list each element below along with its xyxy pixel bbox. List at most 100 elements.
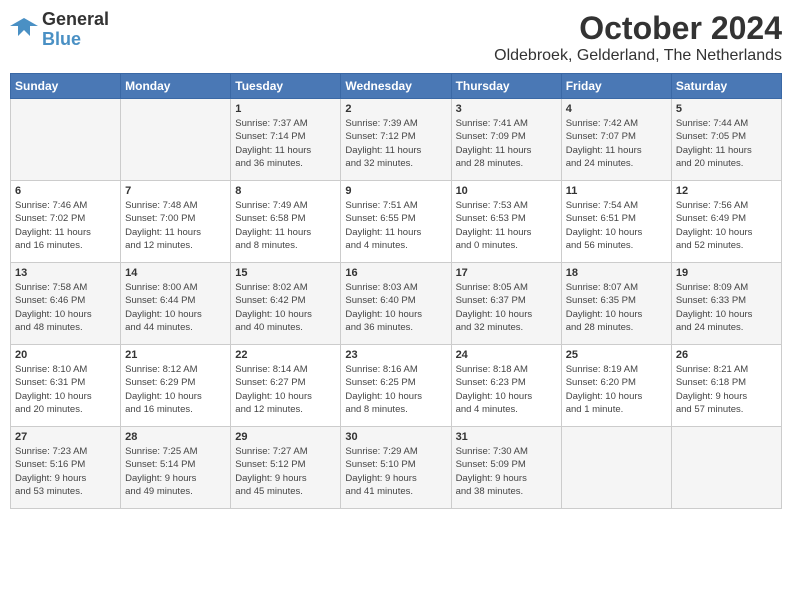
- day-number: 7: [125, 185, 226, 197]
- calendar-cell: 17 Sunrise: 8:05 AM Sunset: 6:37 PM Dayli…: [451, 263, 561, 345]
- day-info: Sunrise: 8:19 AM Sunset: 6:20 PM Dayligh…: [566, 363, 667, 416]
- day-info: Sunrise: 7:30 AM Sunset: 5:09 PM Dayligh…: [456, 445, 557, 498]
- day-info: Sunrise: 7:42 AM Sunset: 7:07 PM Dayligh…: [566, 117, 667, 170]
- page-header: General Blue October 2024 Oldebroek, Gel…: [10, 10, 782, 65]
- page-subtitle: Oldebroek, Gelderland, The Netherlands: [494, 47, 782, 65]
- day-info: Sunrise: 7:27 AM Sunset: 5:12 PM Dayligh…: [235, 445, 336, 498]
- day-info: Sunrise: 7:37 AM Sunset: 7:14 PM Dayligh…: [235, 117, 336, 170]
- logo: General Blue: [10, 10, 109, 50]
- day-info: Sunrise: 7:49 AM Sunset: 6:58 PM Dayligh…: [235, 199, 336, 252]
- day-number: 18: [566, 267, 667, 279]
- day-number: 15: [235, 267, 336, 279]
- calendar-cell: 7 Sunrise: 7:48 AM Sunset: 7:00 PM Daylig…: [121, 181, 231, 263]
- calendar-week-row: 20 Sunrise: 8:10 AM Sunset: 6:31 PM Dayli…: [11, 345, 782, 427]
- day-info: Sunrise: 8:12 AM Sunset: 6:29 PM Dayligh…: [125, 363, 226, 416]
- day-info: Sunrise: 7:46 AM Sunset: 7:02 PM Dayligh…: [15, 199, 116, 252]
- day-number: 14: [125, 267, 226, 279]
- day-number: 19: [676, 267, 777, 279]
- calendar-cell: 11 Sunrise: 7:54 AM Sunset: 6:51 PM Dayli…: [561, 181, 671, 263]
- logo-line2: Blue: [42, 30, 109, 50]
- day-number: 12: [676, 185, 777, 197]
- day-info: Sunrise: 8:10 AM Sunset: 6:31 PM Dayligh…: [15, 363, 116, 416]
- calendar-week-row: 27 Sunrise: 7:23 AM Sunset: 5:16 PM Dayli…: [11, 427, 782, 509]
- logo-icon: [10, 16, 38, 44]
- calendar-cell: 25 Sunrise: 8:19 AM Sunset: 6:20 PM Dayli…: [561, 345, 671, 427]
- day-number: 3: [456, 103, 557, 115]
- column-header-wednesday: Wednesday: [341, 74, 451, 99]
- day-info: Sunrise: 7:56 AM Sunset: 6:49 PM Dayligh…: [676, 199, 777, 252]
- day-number: 27: [15, 431, 116, 443]
- day-info: Sunrise: 7:29 AM Sunset: 5:10 PM Dayligh…: [345, 445, 446, 498]
- day-number: 5: [676, 103, 777, 115]
- day-info: Sunrise: 8:09 AM Sunset: 6:33 PM Dayligh…: [676, 281, 777, 334]
- day-number: 26: [676, 349, 777, 361]
- day-number: 21: [125, 349, 226, 361]
- calendar-cell: [561, 427, 671, 509]
- day-number: 25: [566, 349, 667, 361]
- calendar-cell: 29 Sunrise: 7:27 AM Sunset: 5:12 PM Dayli…: [231, 427, 341, 509]
- day-info: Sunrise: 8:02 AM Sunset: 6:42 PM Dayligh…: [235, 281, 336, 334]
- calendar-cell: 20 Sunrise: 8:10 AM Sunset: 6:31 PM Dayli…: [11, 345, 121, 427]
- day-number: 1: [235, 103, 336, 115]
- day-info: Sunrise: 8:16 AM Sunset: 6:25 PM Dayligh…: [345, 363, 446, 416]
- calendar-week-row: 1 Sunrise: 7:37 AM Sunset: 7:14 PM Daylig…: [11, 99, 782, 181]
- calendar-cell: 10 Sunrise: 7:53 AM Sunset: 6:53 PM Dayli…: [451, 181, 561, 263]
- calendar-cell: 12 Sunrise: 7:56 AM Sunset: 6:49 PM Dayli…: [671, 181, 781, 263]
- day-info: Sunrise: 7:23 AM Sunset: 5:16 PM Dayligh…: [15, 445, 116, 498]
- day-info: Sunrise: 8:18 AM Sunset: 6:23 PM Dayligh…: [456, 363, 557, 416]
- day-info: Sunrise: 8:21 AM Sunset: 6:18 PM Dayligh…: [676, 363, 777, 416]
- calendar-cell: 28Sunrise: 7:25 AM Sunset: 5:14 PM Dayli…: [121, 427, 231, 509]
- day-number: 23: [345, 349, 446, 361]
- day-info: Sunrise: 7:51 AM Sunset: 6:55 PM Dayligh…: [345, 199, 446, 252]
- calendar-cell: 14 Sunrise: 8:00 AM Sunset: 6:44 PM Dayli…: [121, 263, 231, 345]
- day-number: 22: [235, 349, 336, 361]
- column-header-sunday: Sunday: [11, 74, 121, 99]
- day-number: 16: [345, 267, 446, 279]
- calendar-table: SundayMondayTuesdayWednesdayThursdayFrid…: [10, 73, 782, 509]
- calendar-cell: 16 Sunrise: 8:03 AM Sunset: 6:40 PM Dayli…: [341, 263, 451, 345]
- day-number: 10: [456, 185, 557, 197]
- day-info: Sunrise: 8:14 AM Sunset: 6:27 PM Dayligh…: [235, 363, 336, 416]
- day-info: Sunrise: 7:53 AM Sunset: 6:53 PM Dayligh…: [456, 199, 557, 252]
- day-number: 24: [456, 349, 557, 361]
- calendar-cell: 1 Sunrise: 7:37 AM Sunset: 7:14 PM Daylig…: [231, 99, 341, 181]
- column-header-thursday: Thursday: [451, 74, 561, 99]
- title-block: October 2024 Oldebroek, Gelderland, The …: [494, 10, 782, 65]
- day-number: 9: [345, 185, 446, 197]
- column-header-saturday: Saturday: [671, 74, 781, 99]
- day-number: 11: [566, 185, 667, 197]
- calendar-cell: 18 Sunrise: 8:07 AM Sunset: 6:35 PM Dayli…: [561, 263, 671, 345]
- calendar-cell: 19 Sunrise: 8:09 AM Sunset: 6:33 PM Dayli…: [671, 263, 781, 345]
- column-header-tuesday: Tuesday: [231, 74, 341, 99]
- calendar-cell: 5 Sunrise: 7:44 AM Sunset: 7:05 PM Daylig…: [671, 99, 781, 181]
- calendar-cell: [11, 99, 121, 181]
- logo-line1: General: [42, 10, 109, 30]
- day-info: Sunrise: 8:00 AM Sunset: 6:44 PM Dayligh…: [125, 281, 226, 334]
- day-info: Sunrise: 8:07 AM Sunset: 6:35 PM Dayligh…: [566, 281, 667, 334]
- day-info: Sunrise: 8:03 AM Sunset: 6:40 PM Dayligh…: [345, 281, 446, 334]
- day-number: 4: [566, 103, 667, 115]
- calendar-cell: 2Sunrise: 7:39 AM Sunset: 7:12 PM Daylig…: [341, 99, 451, 181]
- day-info: Sunrise: 7:48 AM Sunset: 7:00 PM Dayligh…: [125, 199, 226, 252]
- calendar-cell: 22 Sunrise: 8:14 AM Sunset: 6:27 PM Dayli…: [231, 345, 341, 427]
- calendar-cell: 26 Sunrise: 8:21 AM Sunset: 6:18 PM Dayli…: [671, 345, 781, 427]
- calendar-cell: 21 Sunrise: 8:12 AM Sunset: 6:29 PM Dayli…: [121, 345, 231, 427]
- calendar-cell: [671, 427, 781, 509]
- day-number: 29: [235, 431, 336, 443]
- calendar-cell: 13Sunrise: 7:58 AM Sunset: 6:46 PM Dayli…: [11, 263, 121, 345]
- day-info: Sunrise: 7:41 AM Sunset: 7:09 PM Dayligh…: [456, 117, 557, 170]
- calendar-cell: 31Sunrise: 7:30 AM Sunset: 5:09 PM Dayli…: [451, 427, 561, 509]
- calendar-cell: 4 Sunrise: 7:42 AM Sunset: 7:07 PM Daylig…: [561, 99, 671, 181]
- calendar-cell: 23 Sunrise: 8:16 AM Sunset: 6:25 PM Dayli…: [341, 345, 451, 427]
- day-info: Sunrise: 7:54 AM Sunset: 6:51 PM Dayligh…: [566, 199, 667, 252]
- day-number: 17: [456, 267, 557, 279]
- day-number: 8: [235, 185, 336, 197]
- day-info: Sunrise: 8:05 AM Sunset: 6:37 PM Dayligh…: [456, 281, 557, 334]
- day-number: 2: [345, 103, 446, 115]
- calendar-cell: 6Sunrise: 7:46 AM Sunset: 7:02 PM Daylig…: [11, 181, 121, 263]
- day-info: Sunrise: 7:44 AM Sunset: 7:05 PM Dayligh…: [676, 117, 777, 170]
- column-header-friday: Friday: [561, 74, 671, 99]
- day-info: Sunrise: 7:25 AM Sunset: 5:14 PM Dayligh…: [125, 445, 226, 498]
- calendar-cell: 30Sunrise: 7:29 AM Sunset: 5:10 PM Dayli…: [341, 427, 451, 509]
- day-number: 20: [15, 349, 116, 361]
